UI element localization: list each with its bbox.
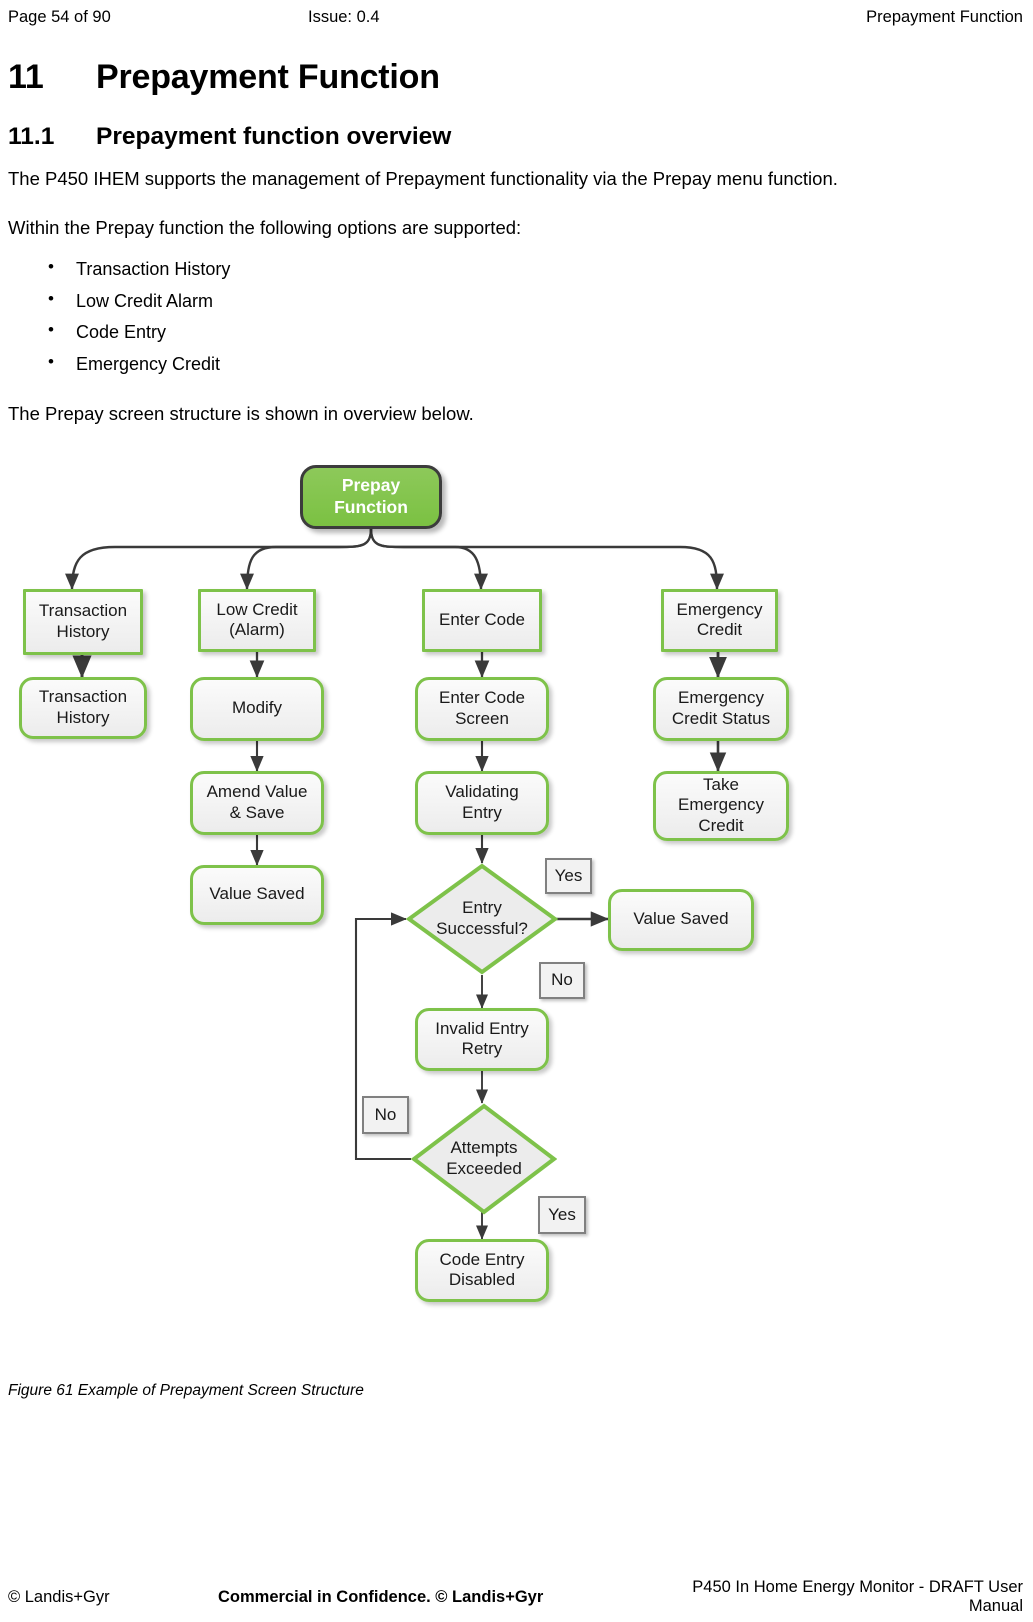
flow-node-invalid-entry-retry[interactable]: Invalid Entry Retry bbox=[415, 1007, 549, 1071]
section-title: Prepayment Function bbox=[96, 58, 440, 96]
figure-caption: Figure 61 Example of Prepayment Screen S… bbox=[8, 1382, 364, 1399]
section-number: 11 bbox=[8, 58, 44, 96]
subsection-heading: 11.1 Prepayment function overview bbox=[8, 123, 1025, 151]
node-line-2: Disabled bbox=[448, 1270, 516, 1290]
node-line-1: Code Entry bbox=[439, 1249, 525, 1269]
node-line-1: Transaction bbox=[38, 601, 128, 621]
node-line-1: Amend Value bbox=[206, 782, 308, 802]
node-line-2: History bbox=[56, 707, 110, 727]
node-line-2: Entry bbox=[462, 802, 502, 822]
list-item: • Low Credit Alarm bbox=[8, 288, 1025, 313]
flow-node-validating-entry[interactable]: Validating Entry bbox=[415, 770, 549, 835]
prepayment-screen-structure-figure: Prepay Function Transaction History Tran… bbox=[8, 443, 1025, 1343]
list-item: • Code Entry bbox=[8, 320, 1025, 344]
page-running-header: Page 54 of 90 Issue: 0.4 Prepayment Func… bbox=[0, 0, 1033, 30]
node-line-2: (Alarm) bbox=[229, 620, 285, 640]
footer-document-title: P450 In Home Energy Monitor - DRAFT User… bbox=[692, 1578, 1023, 1615]
intro-paragraph: The P450 IHEM supports the management of… bbox=[8, 168, 838, 189]
flow-node-take-emergency-credit[interactable]: Take Emergency Credit bbox=[653, 770, 789, 841]
flow-node-emergency-credit-status[interactable]: Emergency Credit Status bbox=[653, 676, 789, 741]
flow-node-emergency-credit-menu[interactable]: Emergency Credit bbox=[661, 588, 778, 652]
header-page-number: Page 54 of 90 bbox=[8, 7, 111, 26]
edge-label-entry-successful-yes: Yes bbox=[545, 857, 592, 894]
node-line-1: Take bbox=[703, 774, 739, 794]
page-content: 11 Prepayment Function 11.1 Prepayment f… bbox=[8, 30, 1025, 1343]
flow-decision-attempts-exceeded[interactable]: Attempts Exceeded bbox=[411, 1103, 557, 1215]
node-line-1: Enter Code bbox=[439, 609, 525, 629]
node-line-2: History bbox=[56, 621, 110, 641]
node-line-1: Enter Code bbox=[439, 688, 525, 708]
flow-node-enter-code-screen[interactable]: Enter Code Screen bbox=[415, 676, 549, 741]
list-item-label: Code Entry bbox=[76, 322, 167, 343]
bullet-icon: • bbox=[48, 257, 54, 277]
node-line-1: Emergency bbox=[678, 688, 764, 708]
list-item-label: Emergency Credit bbox=[76, 354, 221, 375]
node-line-1: Invalid Entry bbox=[435, 1018, 529, 1038]
node-line-2: Credit Status bbox=[671, 708, 771, 728]
section-heading: 11 Prepayment Function bbox=[8, 58, 1025, 97]
flow-node-enter-code-menu[interactable]: Enter Code bbox=[422, 588, 542, 652]
edge-label-entry-successful-no: No bbox=[539, 961, 585, 999]
edge-label-attempts-exceeded-yes: Yes bbox=[538, 1195, 586, 1234]
bullet-icon: • bbox=[48, 288, 54, 308]
flow-node-modify[interactable]: Modify bbox=[190, 676, 324, 741]
flow-node-low-credit-alarm-menu[interactable]: Low Credit (Alarm) bbox=[198, 588, 316, 652]
supported-options-list: • Transaction History • Low Credit Alarm… bbox=[8, 257, 1025, 376]
subsection-number: 11.1 bbox=[8, 123, 55, 150]
tag-text: No bbox=[551, 970, 573, 990]
node-line-2: Screen bbox=[455, 708, 509, 728]
bullet-icon: • bbox=[48, 352, 54, 372]
decision-line-1: Entry bbox=[462, 898, 502, 918]
node-line-2: Function bbox=[334, 496, 408, 517]
node-line-1: Transaction bbox=[38, 687, 128, 707]
options-lead-paragraph: Within the Prepay function the following… bbox=[8, 217, 522, 239]
subsection-title: Prepayment function overview bbox=[96, 123, 452, 150]
node-line-1: Value Saved bbox=[633, 909, 729, 929]
list-item-label: Transaction History bbox=[76, 259, 231, 280]
node-line-1: Validating bbox=[445, 782, 519, 802]
bullet-icon: • bbox=[48, 320, 54, 340]
flow-node-code-entry-disabled[interactable]: Code Entry Disabled bbox=[415, 1238, 549, 1302]
list-item-label: Low Credit Alarm bbox=[76, 290, 214, 311]
flow-node-value-saved-code-entry[interactable]: Value Saved bbox=[608, 888, 754, 951]
edge-label-attempts-exceeded-no: No bbox=[362, 1095, 409, 1134]
node-line-1: Value Saved bbox=[209, 884, 305, 904]
flow-decision-entry-successful[interactable]: Entry Successful? bbox=[406, 863, 558, 975]
list-item: • Transaction History bbox=[8, 257, 1025, 281]
tag-text: No bbox=[374, 1104, 397, 1124]
node-line-1: Emergency bbox=[676, 599, 763, 619]
node-line-1: Prepay bbox=[341, 475, 401, 496]
node-line-2: Emergency bbox=[678, 795, 764, 815]
footer-confidentiality: Commercial in Confidence. © Landis+Gyr bbox=[218, 1587, 544, 1606]
node-line-2: & Save bbox=[229, 802, 285, 822]
flow-node-transaction-history-menu[interactable]: Transaction History bbox=[23, 588, 143, 655]
list-item: • Emergency Credit bbox=[8, 352, 1025, 376]
decision-line-2: Successful? bbox=[436, 918, 528, 938]
node-line-2: Retry bbox=[461, 1039, 503, 1059]
page-running-footer: © Landis+Gyr Commercial in Confidence. ©… bbox=[0, 1578, 1033, 1615]
footer-copyright-left: © Landis+Gyr bbox=[8, 1587, 110, 1606]
flow-node-value-saved-low-credit[interactable]: Value Saved bbox=[190, 864, 324, 925]
node-line-2: Credit bbox=[696, 620, 743, 640]
node-line-1: Low Credit bbox=[216, 599, 298, 619]
tag-text: Yes bbox=[554, 865, 583, 885]
decision-line-1: Attempts bbox=[450, 1138, 518, 1158]
decision-line-2: Exceeded bbox=[446, 1158, 522, 1178]
node-line-3: Credit bbox=[698, 816, 744, 836]
node-line-1: Modify bbox=[231, 698, 283, 718]
flow-node-transaction-history-screen[interactable]: Transaction History bbox=[19, 676, 147, 739]
header-issue: Issue: 0.4 bbox=[308, 7, 380, 26]
flow-node-amend-value-and-save[interactable]: Amend Value & Save bbox=[190, 770, 324, 835]
figure-lead-paragraph: The Prepay screen structure is shown in … bbox=[8, 402, 474, 424]
flow-node-prepay-function[interactable]: Prepay Function bbox=[300, 464, 442, 529]
header-doc-section: Prepayment Function bbox=[866, 7, 1023, 26]
tag-text: Yes bbox=[548, 1204, 576, 1224]
